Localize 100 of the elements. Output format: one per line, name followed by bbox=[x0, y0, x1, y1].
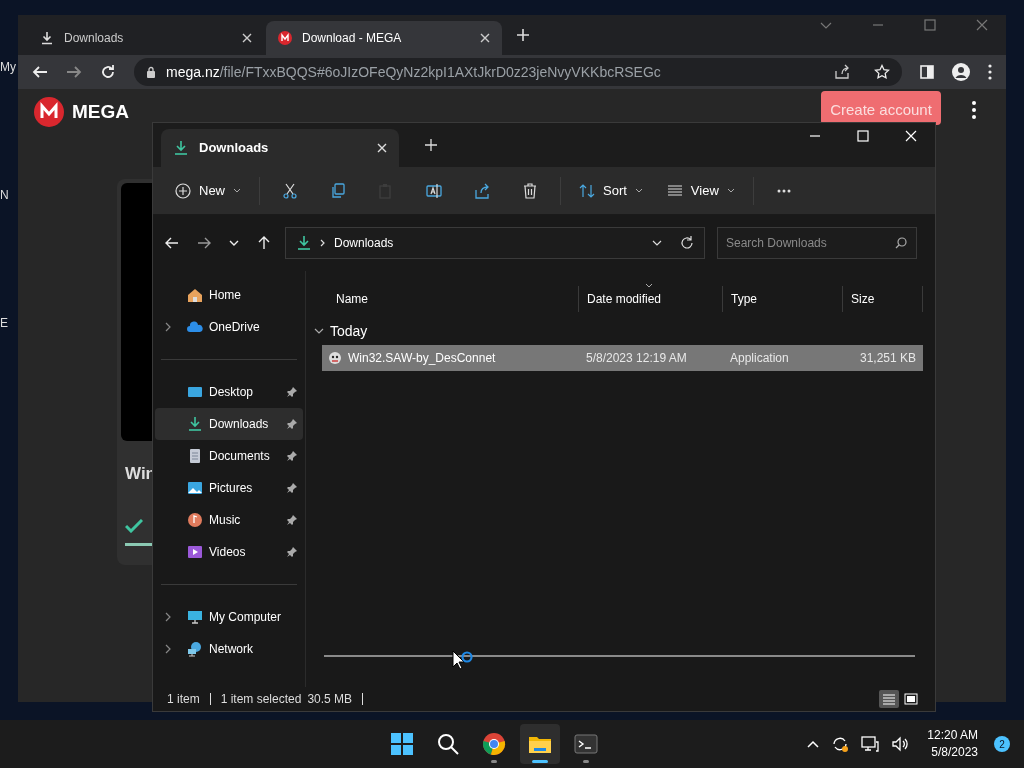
pin-icon bbox=[287, 483, 297, 493]
url-text: mega.nz/file/FTxxBQQS#6oJIzOFeQyNz2kpI1AXtJkrD0z23jeNvyVKKbcRSEGc bbox=[166, 62, 662, 82]
network-icon bbox=[187, 641, 203, 657]
chevron-down-icon bbox=[726, 187, 735, 194]
pin-icon bbox=[287, 419, 297, 429]
nav-item[interactable]: Videos bbox=[155, 536, 303, 568]
tiles-view-button[interactable] bbox=[901, 690, 921, 708]
explorer-tab[interactable]: Downloads bbox=[161, 129, 399, 167]
status-text: 1 item selected bbox=[220, 691, 302, 708]
status-text: 30.5 MB bbox=[307, 691, 353, 708]
status-text: 1 item bbox=[167, 691, 200, 708]
chevron-right-icon[interactable] bbox=[165, 322, 171, 332]
folder-taskbar-button[interactable] bbox=[519, 724, 560, 764]
picture-icon bbox=[187, 480, 203, 496]
mega-logo-icon bbox=[34, 97, 64, 127]
date-cell-text: 5/8/2023 12:19 AM bbox=[585, 350, 688, 367]
address-bar[interactable]: mega.nz/file/FTxxBQQS#6oJIzOFeQyNz2kpI1AXtJkrD0z23jeNvyVKKbcRSEGc bbox=[134, 58, 902, 86]
browser-tab[interactable]: Downloads bbox=[28, 21, 264, 55]
new-button[interactable]: New bbox=[165, 172, 251, 209]
nav-item[interactable]: Documents bbox=[155, 440, 303, 472]
chevron-down-icon bbox=[652, 239, 662, 247]
chevron-up-icon[interactable] bbox=[807, 740, 820, 748]
desktop-icon bbox=[187, 384, 203, 400]
check-icon bbox=[125, 518, 143, 533]
cloud-icon bbox=[187, 319, 203, 335]
list-icon bbox=[882, 693, 896, 705]
music-icon bbox=[187, 512, 203, 528]
forward-icon[interactable] bbox=[66, 64, 82, 80]
chevron-right-icon[interactable] bbox=[165, 612, 171, 622]
type-cell-text: Application bbox=[729, 350, 790, 367]
home-icon bbox=[187, 287, 203, 303]
desktop-icon-label[interactable]: E bbox=[0, 314, 16, 332]
network-icon[interactable] bbox=[861, 736, 880, 752]
sort-icon bbox=[579, 182, 595, 199]
trash-icon bbox=[522, 182, 538, 199]
close-icon[interactable] bbox=[480, 33, 490, 43]
tiles-icon bbox=[904, 693, 918, 705]
close-icon[interactable] bbox=[242, 33, 252, 43]
share-icon[interactable] bbox=[834, 64, 850, 80]
chevron-down-icon bbox=[233, 187, 241, 194]
more-icon bbox=[776, 188, 791, 193]
pin-icon bbox=[287, 387, 297, 397]
nav-item[interactable]: OneDrive bbox=[155, 311, 303, 343]
document-icon bbox=[187, 448, 203, 464]
column-header[interactable]: Date modified bbox=[578, 286, 722, 312]
clock[interactable]: 12:20 AM 5/8/2023 bbox=[927, 727, 978, 761]
new-icon bbox=[175, 182, 191, 199]
column-header[interactable]: Name bbox=[322, 286, 578, 312]
profile-icon[interactable] bbox=[952, 63, 970, 81]
search-icon bbox=[435, 732, 460, 756]
address-bar[interactable]: Downloads bbox=[285, 227, 705, 259]
back-icon[interactable] bbox=[165, 236, 179, 250]
view-list-icon bbox=[666, 182, 683, 199]
chevron-down-icon bbox=[634, 187, 643, 194]
nav-item[interactable]: Downloads bbox=[155, 408, 303, 440]
forward-icon[interactable] bbox=[197, 236, 211, 250]
star-icon[interactable] bbox=[874, 64, 890, 80]
new-tab-icon[interactable] bbox=[425, 139, 437, 151]
nav-item[interactable]: Pictures bbox=[155, 472, 303, 504]
nav-item[interactable]: Network bbox=[155, 633, 303, 665]
size-cell-text: 31,251 KB bbox=[858, 350, 916, 367]
sync-icon[interactable] bbox=[831, 735, 850, 753]
details-view-button[interactable] bbox=[879, 690, 899, 708]
column-header[interactable]: Type bbox=[722, 286, 842, 312]
mega-logo-icon bbox=[278, 31, 292, 45]
pin-icon bbox=[287, 547, 297, 557]
pin-icon bbox=[287, 515, 297, 525]
group-header[interactable]: Today bbox=[314, 317, 923, 345]
copy-icon bbox=[330, 182, 346, 199]
up-icon[interactable] bbox=[257, 236, 271, 250]
nav-item[interactable]: Home bbox=[155, 279, 303, 311]
start-icon bbox=[389, 732, 414, 756]
menu-icon[interactable] bbox=[972, 101, 976, 119]
scrollbar[interactable] bbox=[324, 655, 915, 657]
notification-badge[interactable]: 2 bbox=[994, 736, 1010, 752]
back-icon[interactable] bbox=[32, 64, 48, 80]
scissors-icon bbox=[282, 182, 298, 199]
view-button[interactable]: View bbox=[656, 172, 745, 209]
browser-tab[interactable]: Download - MEGA bbox=[266, 21, 502, 55]
rename-icon bbox=[426, 182, 442, 199]
chevron-down-icon[interactable] bbox=[229, 239, 239, 247]
nav-item[interactable]: Music bbox=[155, 504, 303, 536]
chevron-right-icon bbox=[320, 239, 326, 247]
new-tab-icon[interactable] bbox=[516, 28, 530, 42]
desktop-icon-label[interactable]: N bbox=[0, 186, 16, 204]
side-panel-icon[interactable] bbox=[920, 65, 934, 79]
menu-icon[interactable] bbox=[988, 64, 992, 80]
reload-icon[interactable] bbox=[100, 64, 116, 80]
logo-text: MEGA bbox=[72, 99, 129, 124]
chevron-right-icon[interactable] bbox=[165, 644, 171, 654]
column-header[interactable]: Size bbox=[842, 286, 922, 312]
refresh-icon bbox=[680, 236, 694, 250]
volume-icon[interactable] bbox=[891, 736, 910, 752]
nav-item[interactable]: Desktop bbox=[155, 376, 303, 408]
search-field[interactable]: Search Downloads bbox=[717, 227, 917, 259]
sort-button[interactable]: Sort bbox=[569, 172, 653, 209]
nav-item[interactable]: My Computer bbox=[155, 601, 303, 633]
file-row[interactable]: Win32.SAW-by_DesConnet 5/8/2023 12:19 AM Application 31,251 KB bbox=[322, 345, 923, 371]
chrome-icon bbox=[481, 732, 506, 756]
desktop-icon-label[interactable]: My bbox=[0, 58, 16, 76]
